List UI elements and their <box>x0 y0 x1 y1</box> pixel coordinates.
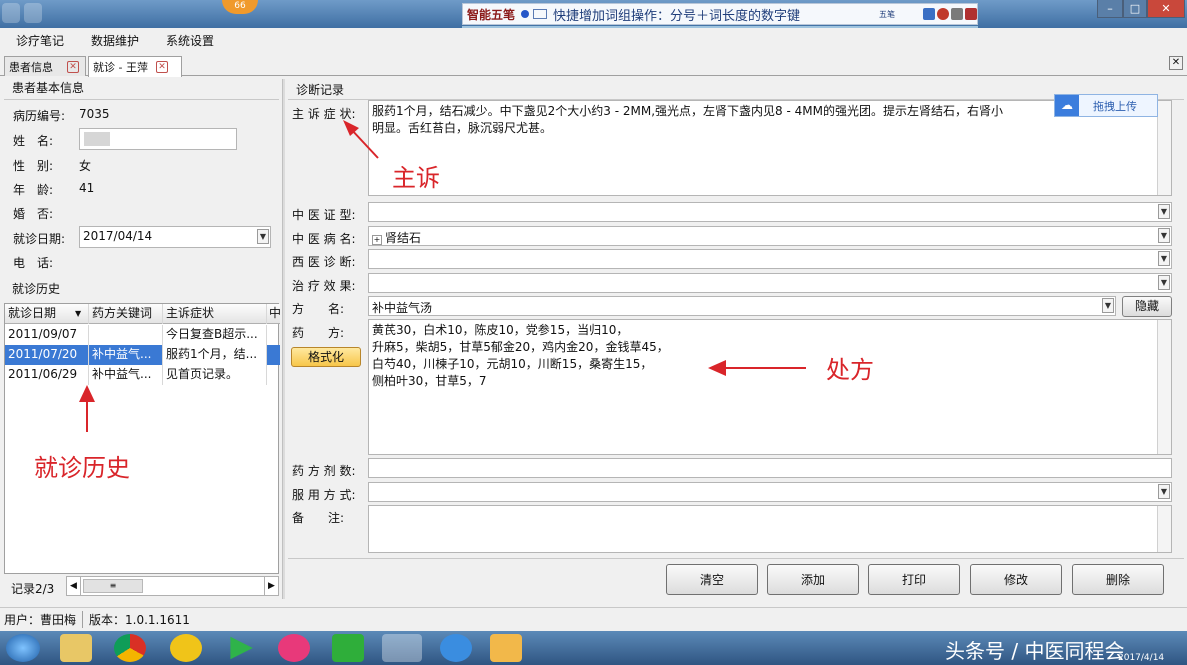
arrow-head <box>343 120 359 136</box>
app-task-icon[interactable] <box>382 634 422 662</box>
annotation-history: 就诊历史 <box>34 454 130 482</box>
arrow-head <box>708 360 726 376</box>
player-icon[interactable] <box>230 636 253 660</box>
annotation-prescription: 处方 <box>826 356 874 384</box>
clock-date: 2017/4/14 <box>1118 653 1165 663</box>
chrome-icon[interactable] <box>114 634 146 662</box>
ie-icon[interactable] <box>440 634 472 662</box>
annotation-arrows <box>79 120 806 432</box>
annotation-complaint: 主诉 <box>392 164 440 192</box>
media-icon[interactable] <box>278 634 310 662</box>
arrow-head <box>79 385 95 402</box>
notes-icon[interactable] <box>490 634 522 662</box>
qq-icon[interactable] <box>170 634 202 662</box>
folder-icon[interactable] <box>60 634 92 662</box>
watermark: 头条号 / 中医同程会 <box>945 639 1125 663</box>
taskbar: 头条号 / 中医同程会 2017/4/14 <box>0 631 1187 665</box>
arrow-complaint <box>349 127 379 159</box>
iqiyi-icon[interactable] <box>332 634 364 662</box>
start-icon[interactable] <box>6 634 40 662</box>
